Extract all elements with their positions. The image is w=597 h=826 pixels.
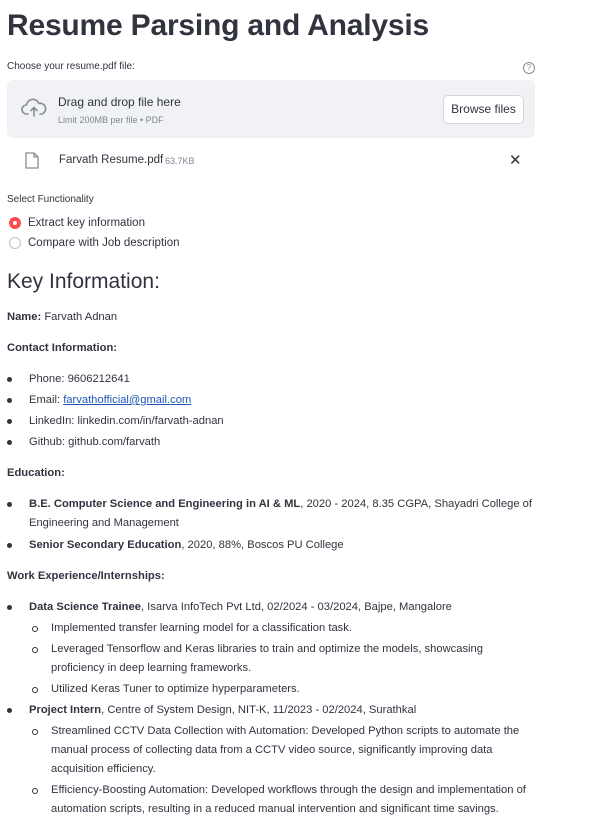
file-icon (25, 152, 39, 169)
radio-compare-job-description[interactable]: Compare with Job description (7, 235, 180, 251)
list-item: LinkedIn: linkedin.com/in/farvath-adnan (7, 412, 537, 431)
radio-extract-key-information[interactable]: Extract key information (7, 215, 145, 231)
list-item: Project Intern, Centre of System Design,… (7, 701, 537, 819)
uploaded-file: Farvath Resume.pdf 63.7KB ✕ (7, 150, 535, 174)
work-heading: Work Experience/Internships: (7, 570, 165, 582)
radio-label: Extract key information (28, 217, 145, 229)
list-item: Efficiency-Boosting Automation: Develope… (29, 781, 537, 819)
functionality-label: Select Functionality (7, 194, 94, 205)
education-list: B.E. Computer Science and Engineering in… (7, 495, 537, 555)
browse-files-button[interactable]: Browse files (443, 95, 524, 124)
contact-heading: Contact Information: (7, 342, 118, 354)
list-item: Phone: 9606212641 (7, 370, 537, 389)
job2-details: Streamlined CCTV Data Collection with Au… (29, 722, 537, 819)
close-icon[interactable]: ✕ (509, 153, 522, 169)
list-item: Implemented transfer learning model for … (29, 619, 537, 638)
email-link[interactable]: farvathofficial@gmail.com (63, 394, 191, 406)
results-heading: Key Information: (7, 270, 160, 293)
dropzone-limit: Limit 200MB per file • PDF (58, 115, 164, 125)
uploader-label: Choose your resume.pdf file: (7, 61, 135, 72)
dropzone-instructions: Drag and drop file here (58, 95, 181, 109)
name-line: Name: Farvath Adnan (7, 308, 537, 327)
list-item: Streamlined CCTV Data Collection with Au… (29, 722, 537, 779)
list-item: Utilized Keras Tuner to optimize hyperpa… (29, 680, 537, 699)
file-name: Farvath Resume.pdf (59, 154, 164, 166)
radio-label: Compare with Job description (28, 237, 180, 249)
work-list: Data Science Trainee, Isarva InfoTech Pv… (7, 598, 537, 819)
radio-selected-icon (9, 217, 21, 229)
help-icon[interactable]: ? (523, 62, 535, 74)
education-heading: Education: (7, 467, 65, 479)
results-content: Name: Farvath Adnan Contact Information:… (7, 308, 537, 819)
list-item: Leveraged Tensorflow and Keras libraries… (29, 640, 537, 678)
list-item: Data Science Trainee, Isarva InfoTech Pv… (7, 598, 537, 699)
page-title: Resume Parsing and Analysis (7, 9, 429, 42)
contact-list: Phone: 9606212641 Email: farvathofficial… (7, 370, 537, 452)
cloud-upload-icon (21, 98, 47, 117)
file-size: 63.7KB (165, 156, 195, 166)
name-value: Farvath Adnan (44, 311, 118, 323)
file-dropzone[interactable]: Drag and drop file here Limit 200MB per … (7, 80, 535, 138)
list-item: Senior Secondary Education, 2020, 88%, B… (7, 536, 537, 555)
list-item: Email: farvathofficial@gmail.com (7, 391, 537, 410)
name-label: Name: (7, 311, 42, 323)
list-item: Github: github.com/farvath (7, 433, 537, 452)
job1-details: Implemented transfer learning model for … (29, 619, 537, 699)
list-item: B.E. Computer Science and Engineering in… (7, 495, 537, 533)
radio-unselected-icon (9, 237, 21, 249)
